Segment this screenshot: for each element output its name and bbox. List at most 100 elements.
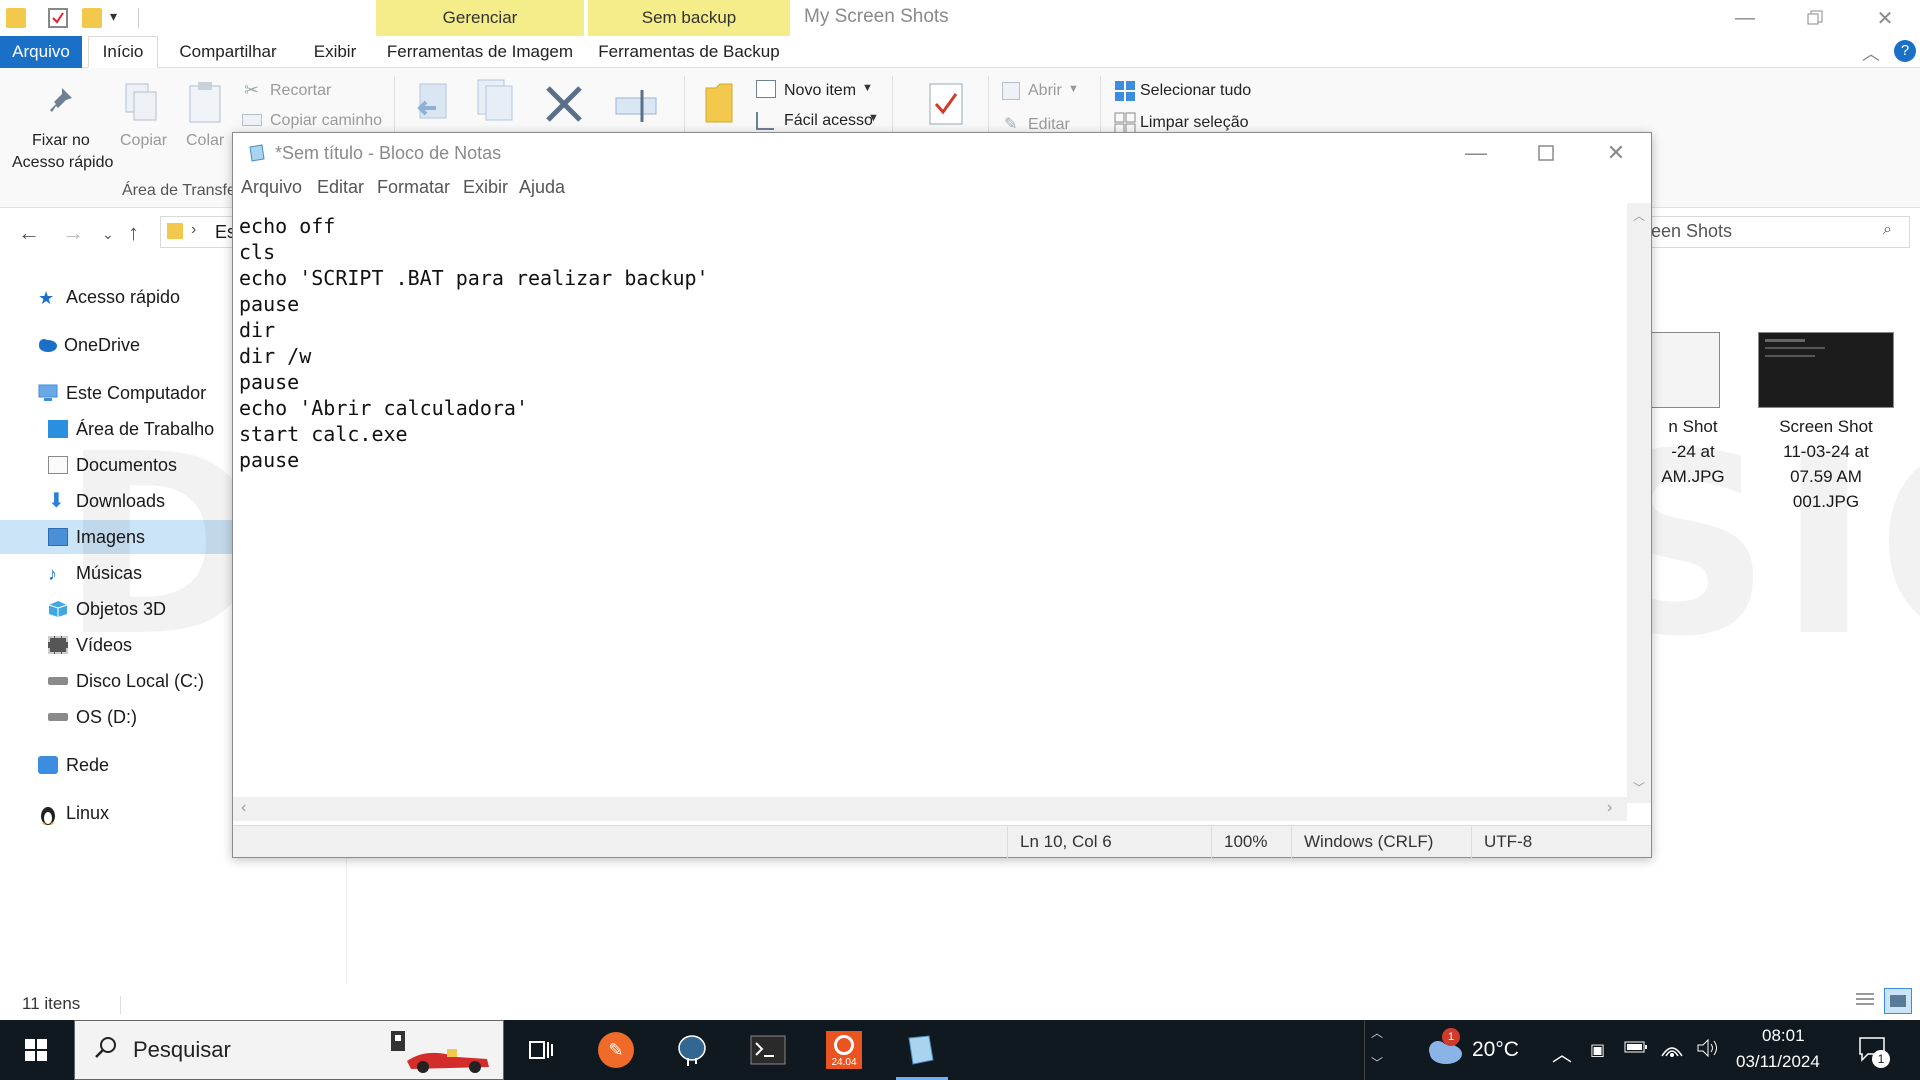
- menu-formatar[interactable]: Formatar: [377, 177, 450, 198]
- back-arrow-icon[interactable]: ←: [18, 220, 40, 246]
- tab-compartilhar[interactable]: Compartilhar: [168, 36, 288, 68]
- notepad-title-bar[interactable]: *Sem título - Bloco de Notas — ✕: [233, 133, 1651, 173]
- tab-ferramentas-imagem[interactable]: Ferramentas de Imagem: [376, 36, 584, 68]
- start-button[interactable]: [14, 1028, 58, 1072]
- task-view-button[interactable]: [518, 1028, 562, 1072]
- menu-arquivo[interactable]: Arquivo: [241, 177, 302, 198]
- minimize-button[interactable]: —: [1710, 0, 1780, 36]
- chevron-down-icon[interactable]: ▼: [862, 82, 873, 94]
- scroll-down-icon[interactable]: ﹀: [1371, 1054, 1383, 1071]
- close-button[interactable]: ✕: [1850, 0, 1920, 36]
- scroll-down-icon[interactable]: ﹀: [1633, 779, 1645, 796]
- up-arrow-icon[interactable]: ↑: [128, 220, 139, 246]
- device-icon[interactable]: ▣: [1590, 1040, 1605, 1060]
- easy-access-label[interactable]: Fácil acesso: [784, 112, 873, 130]
- menu-exibir[interactable]: Exibir: [463, 177, 508, 198]
- scroll-right-icon[interactable]: ›: [1607, 799, 1612, 817]
- copy-path-label[interactable]: Copiar caminho: [270, 112, 382, 130]
- chevron-down-icon[interactable]: ▼: [1068, 83, 1079, 95]
- pin-label-2[interactable]: Acesso rápido: [12, 154, 113, 172]
- menu-ajuda[interactable]: Ajuda: [519, 177, 565, 198]
- forward-arrow-icon[interactable]: →: [62, 220, 84, 246]
- clock-date[interactable]: 03/11/2024: [1736, 1052, 1820, 1072]
- collapse-ribbon-icon[interactable]: ︿: [1862, 40, 1880, 66]
- new-folder-icon[interactable]: [82, 8, 102, 28]
- new-item-icon[interactable]: [756, 80, 776, 98]
- taskbar-search[interactable]: Pesquisar: [74, 1020, 504, 1080]
- scroll-up-icon[interactable]: ︿: [1633, 207, 1645, 224]
- horizontal-scrollbar[interactable]: ‹ ›: [233, 797, 1627, 821]
- properties-large-icon[interactable]: [928, 82, 964, 131]
- tab-arquivo[interactable]: Arquivo: [0, 36, 82, 68]
- cut-label[interactable]: Recortar: [270, 82, 331, 100]
- notification-badge: 1: [1872, 1050, 1890, 1068]
- drive-icon: [48, 713, 68, 721]
- search-icon[interactable]: ⌕: [1883, 221, 1892, 239]
- file-thumbnail[interactable]: [1758, 332, 1894, 408]
- scissors-icon[interactable]: ✂: [244, 80, 259, 101]
- paste-label[interactable]: Colar: [186, 132, 224, 150]
- volume-icon[interactable]: [1696, 1038, 1720, 1064]
- notepad-maximize-button[interactable]: [1511, 133, 1581, 173]
- new-folder-large-icon[interactable]: [704, 82, 734, 129]
- scroll-left-icon[interactable]: ‹: [241, 799, 246, 817]
- wifi-icon[interactable]: [1660, 1038, 1684, 1064]
- qa-dropdown-icon[interactable]: ▾: [110, 8, 130, 28]
- taskbar-app-postgresql[interactable]: [670, 1028, 714, 1072]
- move-to-icon[interactable]: [414, 82, 454, 131]
- file-item[interactable]: Screen Shot 11-03-24 at 07.59 AM 001.JPG: [1756, 414, 1896, 514]
- notepad-close-button[interactable]: ✕: [1581, 133, 1651, 173]
- notepad-window: *Sem título - Bloco de Notas — ✕ Arquivo…: [232, 132, 1652, 858]
- notepad-minimize-button[interactable]: —: [1441, 133, 1511, 173]
- weather-temp[interactable]: 20°C: [1472, 1038, 1519, 1062]
- scroll-up-icon[interactable]: ︿: [1371, 1024, 1383, 1041]
- menu-editar[interactable]: Editar: [317, 177, 364, 198]
- sidebar-item-imagens[interactable]: Imagens: [0, 520, 232, 554]
- pin-label[interactable]: Fixar no: [32, 132, 90, 150]
- new-item-label[interactable]: Novo item: [784, 82, 856, 100]
- pin-icon[interactable]: [44, 84, 76, 121]
- edit-icon[interactable]: ✎: [1004, 114, 1017, 134]
- copy-icon[interactable]: [124, 82, 158, 127]
- select-all-icon[interactable]: [1114, 80, 1136, 107]
- chevron-down-icon[interactable]: ▼: [868, 112, 879, 124]
- show-hidden-icons-icon[interactable]: ︿: [1552, 1038, 1572, 1067]
- paste-icon[interactable]: [188, 80, 222, 129]
- open-icon[interactable]: [1002, 82, 1020, 100]
- context-tab-gerenciar[interactable]: Gerenciar: [376, 0, 584, 36]
- tab-inicio[interactable]: Início: [88, 36, 158, 68]
- tab-ferramentas-backup[interactable]: Ferramentas de Backup: [588, 36, 790, 68]
- clock-time[interactable]: 08:01: [1762, 1026, 1805, 1046]
- taskbar-app-terminal[interactable]: [746, 1028, 790, 1072]
- easy-access-icon[interactable]: [756, 112, 774, 130]
- weather-widget[interactable]: 1: [1424, 1028, 1464, 1071]
- details-view-icon[interactable]: [1854, 990, 1878, 1012]
- large-icons-view-icon[interactable]: [1884, 988, 1912, 1014]
- properties-icon[interactable]: [48, 8, 68, 28]
- copy-path-icon[interactable]: [242, 114, 262, 126]
- delete-icon[interactable]: [544, 84, 584, 129]
- breadcrumb-chevron-icon: ›: [191, 221, 197, 238]
- taskbar-scroll[interactable]: ︿ ﹀: [1364, 1020, 1390, 1080]
- tab-exibir[interactable]: Exibir: [300, 36, 370, 68]
- context-tab-sem-backup[interactable]: Sem backup: [588, 0, 790, 36]
- notepad-text-area[interactable]: echo off cls echo 'SCRIPT .BAT para real…: [233, 209, 1625, 793]
- clear-selection-label[interactable]: Limpar seleção: [1140, 114, 1249, 132]
- copy-label[interactable]: Copiar: [120, 132, 167, 150]
- file-item[interactable]: n Shot -24 at AM.JPG: [1648, 414, 1738, 489]
- vertical-scrollbar[interactable]: ︿ ﹀: [1627, 203, 1651, 803]
- taskbar-app-notepad[interactable]: [898, 1028, 942, 1072]
- taskbar-app-pencil[interactable]: ✎: [594, 1028, 638, 1072]
- notification-center-button[interactable]: 1: [1858, 1036, 1890, 1068]
- recent-locations-icon[interactable]: ⌄: [102, 226, 114, 243]
- open-label[interactable]: Abrir: [1028, 82, 1062, 100]
- help-icon[interactable]: ?: [1894, 40, 1916, 62]
- search-input[interactable]: een Shots ⌕: [1610, 216, 1910, 248]
- file-thumbnail[interactable]: [1650, 332, 1720, 408]
- copy-to-icon[interactable]: [476, 78, 516, 127]
- restore-button[interactable]: [1780, 0, 1850, 36]
- rename-icon[interactable]: [614, 88, 658, 129]
- select-all-label[interactable]: Selecionar tudo: [1140, 82, 1251, 100]
- taskbar-app-ubuntu[interactable]: 24.04: [822, 1028, 866, 1072]
- battery-icon[interactable]: [1624, 1038, 1648, 1061]
